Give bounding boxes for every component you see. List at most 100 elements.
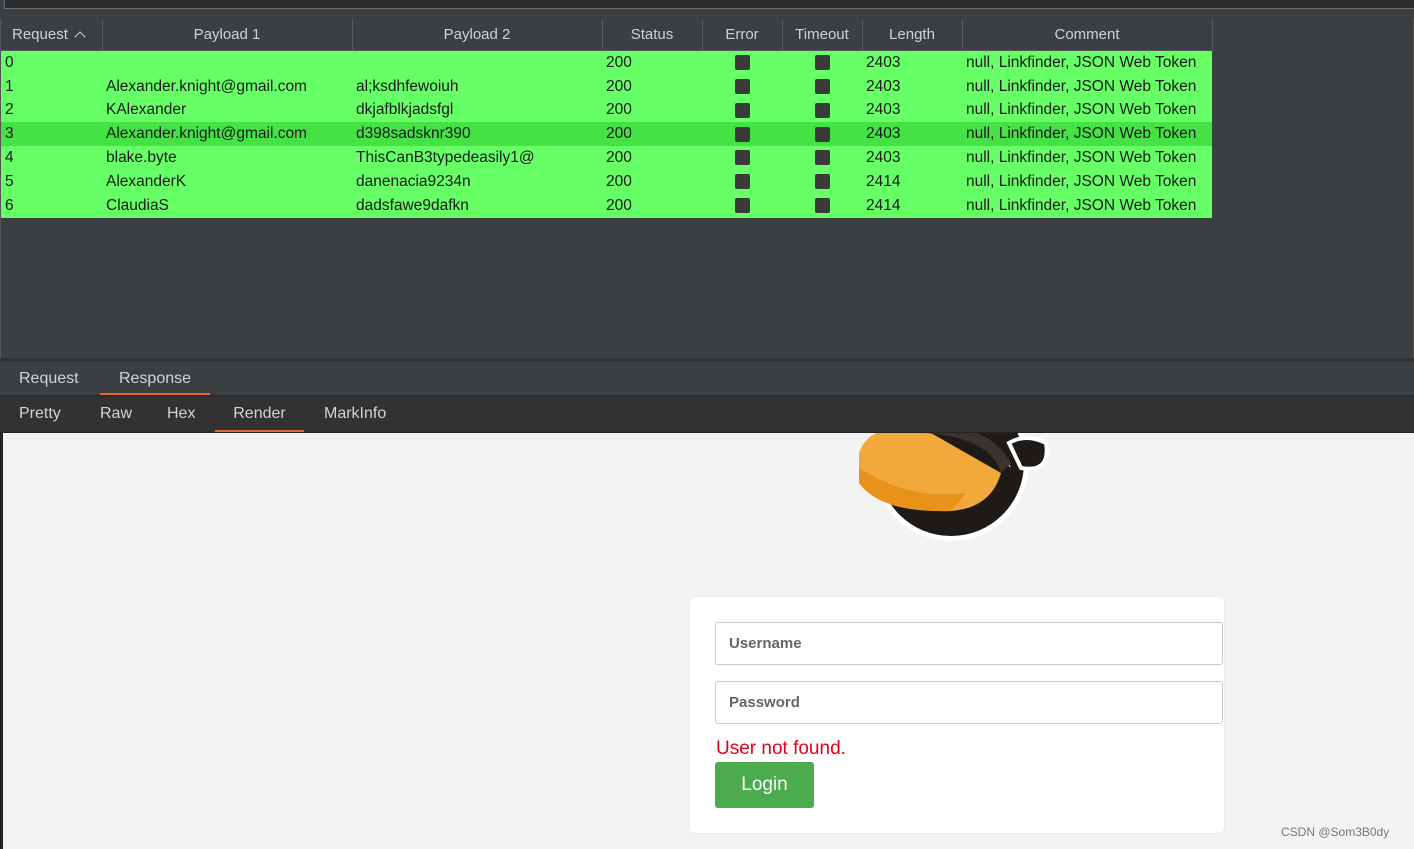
table-row[interactable]: 1 Alexander.knight@gmail.com al;ksdhfewoiu… bbox=[1, 74, 1212, 99]
cell-length: 2403 bbox=[862, 74, 962, 99]
cell-payload1: KAlexander bbox=[102, 98, 352, 123]
tab-request[interactable]: Request bbox=[19, 362, 89, 395]
error-message: User not found. bbox=[716, 738, 846, 759]
view-tabs: Pretty Raw Hex Render MarkInfo bbox=[0, 396, 1414, 433]
error-checkbox-box[interactable] bbox=[734, 55, 750, 71]
cell-length: 2403 bbox=[862, 50, 962, 75]
tab-raw[interactable]: Raw bbox=[100, 396, 132, 432]
error-checkbox-box[interactable] bbox=[734, 102, 750, 118]
timeout-checkbox bbox=[782, 193, 862, 218]
cell-comment: null, Linkfinder, JSON Web Token bbox=[962, 169, 1212, 194]
cell-payload2: ThisCanB3typedeasily1@ bbox=[352, 146, 602, 170]
cell-payload1: Alexander.knight@gmail.com bbox=[102, 122, 352, 147]
render-view: User not found. Login bbox=[0, 433, 1414, 849]
timeout-checkbox-box[interactable] bbox=[814, 150, 830, 166]
tab-markinfo[interactable]: MarkInfo bbox=[324, 396, 386, 432]
error-checkbox-box[interactable] bbox=[734, 198, 750, 214]
cell-request: 1 bbox=[1, 74, 102, 99]
cell-comment: null, Linkfinder, JSON Web Token bbox=[962, 98, 1212, 123]
cell-payload1: ClaudiaS bbox=[102, 193, 352, 218]
error-checkbox bbox=[702, 50, 782, 75]
error-checkbox-box[interactable] bbox=[734, 174, 750, 190]
tab-hex[interactable]: Hex bbox=[167, 396, 195, 432]
table-row[interactable]: 6 ClaudiaS dadsfawe9dafkn 200 2414 null, Link… bbox=[1, 193, 1212, 218]
chevron-up-icon bbox=[74, 31, 86, 43]
tab-pretty[interactable]: Pretty bbox=[19, 396, 61, 432]
cell-payload2: d398sadsknr390 bbox=[352, 122, 602, 147]
cell-payload1: AlexanderK bbox=[102, 169, 352, 194]
login-button[interactable]: Login bbox=[715, 762, 814, 808]
cell-status: 200 bbox=[602, 74, 702, 99]
table-row[interactable]: 0 200 2403 null, Linkfinder, JSON Web Token bbox=[1, 50, 1212, 75]
cell-comment: null, Linkfinder, JSON Web Token bbox=[962, 193, 1212, 218]
timeout-checkbox bbox=[782, 122, 862, 147]
cell-comment: null, Linkfinder, JSON Web Token bbox=[962, 146, 1212, 170]
message-tabs: Request Response bbox=[0, 362, 1414, 396]
cell-payload2: al;ksdhfewoiuh bbox=[352, 74, 602, 99]
column-header-error[interactable]: Error bbox=[702, 19, 783, 51]
cell-payload2: danenacia9234n bbox=[352, 169, 602, 194]
cell-payload1: Alexander.knight@gmail.com bbox=[102, 74, 352, 99]
cell-request: 3 bbox=[1, 122, 102, 147]
cell-status: 200 bbox=[602, 98, 702, 123]
error-checkbox bbox=[702, 98, 782, 123]
table-row[interactable]: 4 blake.byte ThisCanB3typedeasily1@ 200 2403… bbox=[1, 146, 1212, 170]
timeout-checkbox bbox=[782, 146, 862, 170]
tab-response[interactable]: Response bbox=[100, 362, 210, 395]
timeout-checkbox bbox=[782, 50, 862, 75]
cell-comment: null, Linkfinder, JSON Web Token bbox=[962, 122, 1212, 147]
column-header-timeout[interactable]: Timeout bbox=[782, 19, 863, 51]
cell-status: 200 bbox=[602, 122, 702, 147]
table-row[interactable]: 5 AlexanderK danenacia9234n 200 2414 null, Li… bbox=[1, 169, 1212, 194]
timeout-checkbox-box[interactable] bbox=[814, 55, 830, 71]
timeout-checkbox-box[interactable] bbox=[814, 198, 830, 214]
table-row[interactable]: 3 Alexander.knight@gmail.com d398sadsknr39… bbox=[1, 122, 1212, 147]
table-row[interactable]: 2 KAlexander dkjafblkjadsfgl 200 2403 null, L… bbox=[1, 98, 1212, 123]
cell-request: 5 bbox=[1, 169, 102, 194]
login-card: User not found. Login bbox=[690, 597, 1224, 833]
timeout-checkbox-box[interactable] bbox=[814, 174, 830, 190]
column-header-comment[interactable]: Comment bbox=[962, 19, 1213, 51]
cell-length: 2414 bbox=[862, 193, 962, 218]
results-table-panel: Request Payload 1 Payload 2 Status Error… bbox=[0, 19, 1414, 359]
timeout-checkbox bbox=[782, 169, 862, 194]
error-checkbox bbox=[702, 122, 782, 147]
results-table: Request Payload 1 Payload 2 Status Error… bbox=[1, 19, 1213, 218]
cell-length: 2414 bbox=[862, 169, 962, 194]
cell-status: 200 bbox=[602, 169, 702, 194]
cell-payload1: blake.byte bbox=[102, 146, 352, 170]
cell-comment: null, Linkfinder, JSON Web Token bbox=[962, 74, 1212, 99]
cell-payload2: dadsfawe9dafkn bbox=[352, 193, 602, 218]
cell-payload2 bbox=[352, 50, 602, 75]
column-header-payload1[interactable]: Payload 1 bbox=[102, 19, 353, 51]
cell-request: 2 bbox=[1, 98, 102, 123]
filter-bar[interactable] bbox=[4, 0, 1414, 9]
cell-length: 2403 bbox=[862, 98, 962, 123]
password-input[interactable] bbox=[715, 681, 1223, 724]
column-header-status[interactable]: Status bbox=[602, 19, 703, 51]
top-toolbar bbox=[0, 0, 1414, 19]
timeout-checkbox-box[interactable] bbox=[814, 102, 830, 118]
column-header-length[interactable]: Length bbox=[862, 19, 963, 51]
cell-payload2: dkjafblkjadsfgl bbox=[352, 98, 602, 123]
site-logo bbox=[859, 433, 1049, 541]
error-checkbox-box[interactable] bbox=[734, 79, 750, 95]
tab-render[interactable]: Render bbox=[215, 396, 304, 432]
username-input[interactable] bbox=[715, 622, 1223, 665]
cell-request: 4 bbox=[1, 146, 102, 170]
watermark: CSDN @Som3B0dy bbox=[1281, 825, 1390, 839]
cell-request: 0 bbox=[1, 50, 102, 75]
cell-status: 200 bbox=[602, 146, 702, 170]
error-checkbox bbox=[702, 74, 782, 99]
error-checkbox-box[interactable] bbox=[734, 126, 750, 142]
timeout-checkbox-box[interactable] bbox=[814, 79, 830, 95]
column-header-payload2[interactable]: Payload 2 bbox=[352, 19, 603, 51]
cell-payload1 bbox=[102, 50, 352, 75]
column-header-request[interactable]: Request bbox=[1, 19, 103, 51]
timeout-checkbox bbox=[782, 98, 862, 123]
timeout-checkbox-box[interactable] bbox=[814, 126, 830, 142]
error-checkbox bbox=[702, 169, 782, 194]
cell-status: 200 bbox=[602, 193, 702, 218]
error-checkbox-box[interactable] bbox=[734, 150, 750, 166]
cell-status: 200 bbox=[602, 50, 702, 75]
